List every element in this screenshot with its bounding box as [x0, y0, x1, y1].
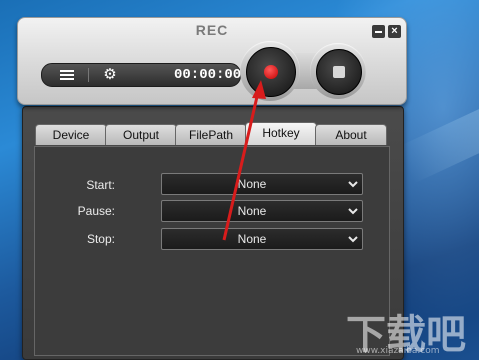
- start-hotkey-label: Start:: [86, 178, 115, 192]
- pause-hotkey-label: Pause:: [77, 204, 115, 218]
- toolbar-divider: [88, 68, 89, 82]
- record-button-ring: [240, 41, 300, 101]
- tab-about[interactable]: About: [315, 124, 387, 145]
- start-hotkey-value: None: [237, 177, 267, 191]
- close-button[interactable]: ×: [388, 25, 401, 38]
- stop-button-ring: [310, 43, 366, 99]
- tab-device[interactable]: Device: [35, 124, 107, 145]
- record-dot-icon: [264, 65, 278, 79]
- chevron-down-icon: [348, 236, 358, 243]
- pause-hotkey-select[interactable]: None: [161, 200, 363, 222]
- start-hotkey-select[interactable]: None: [161, 173, 363, 195]
- tab-output[interactable]: Output: [105, 124, 177, 145]
- list-icon: [60, 70, 74, 80]
- stop-hotkey-label: Stop:: [86, 232, 115, 246]
- watermark: 下载吧 www.xiazaiba.com: [346, 302, 476, 358]
- tab-bar: Device Output FilePath Hotkey About: [35, 122, 387, 146]
- tab-filepath[interactable]: FilePath: [175, 124, 247, 145]
- menu-list-button[interactable]: [48, 64, 86, 86]
- pause-hotkey-value: None: [237, 204, 267, 218]
- recording-timer: 00:00:00: [174, 67, 242, 83]
- toolbar: ⚙ 00:00:00: [41, 63, 241, 87]
- stop-hotkey-select[interactable]: None: [161, 228, 363, 250]
- minimize-button[interactable]: [372, 25, 385, 38]
- chevron-down-icon: [348, 181, 358, 188]
- record-controls: [240, 41, 368, 101]
- hotkey-panel: Start: None Pause: None Stop: None: [34, 146, 390, 356]
- stop-hotkey-value: None: [237, 232, 267, 246]
- app-header: REC × ⚙ 00:00:00: [17, 17, 407, 105]
- chevron-down-icon: [348, 208, 358, 215]
- watermark-url: www.xiazaiba.com: [356, 346, 440, 356]
- gear-icon: ⚙: [103, 66, 117, 83]
- record-button[interactable]: [246, 47, 296, 97]
- tab-hotkey[interactable]: Hotkey: [245, 122, 317, 145]
- settings-button[interactable]: ⚙: [92, 64, 130, 86]
- stop-button[interactable]: [316, 49, 362, 95]
- stop-square-icon: [333, 66, 345, 78]
- app-title: REC: [195, 22, 229, 38]
